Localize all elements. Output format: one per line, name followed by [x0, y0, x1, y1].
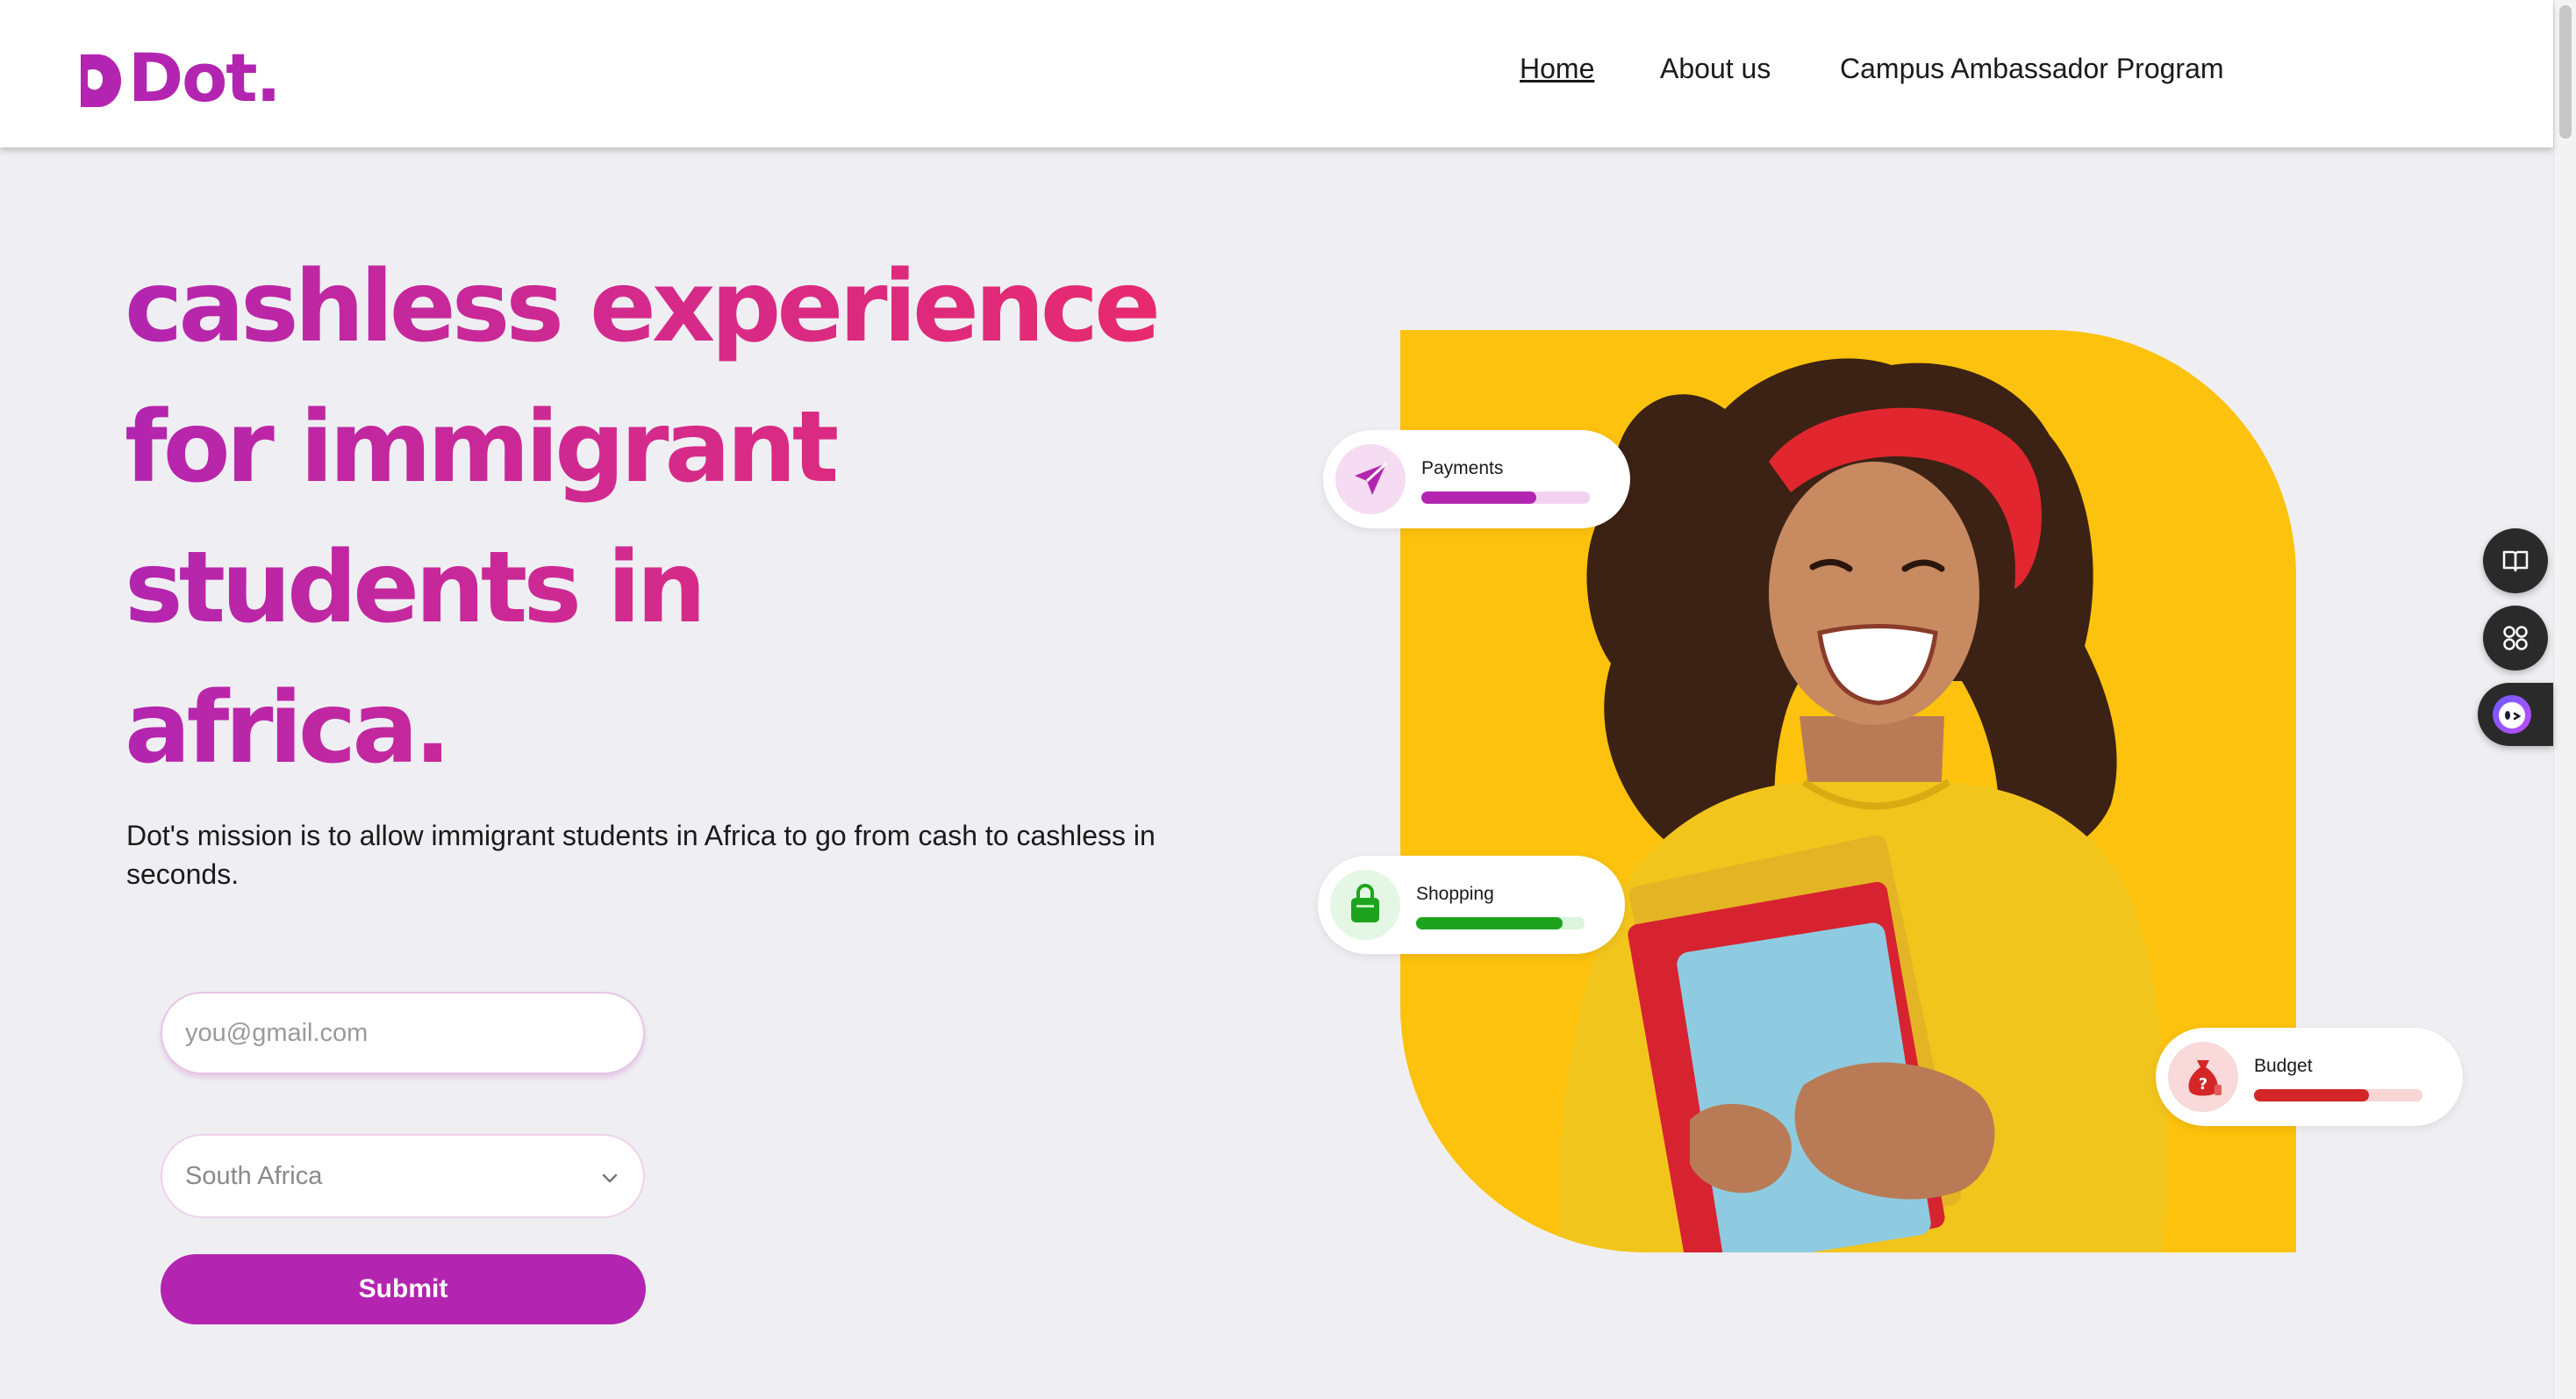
- hero-headline: cashless experience for immigrant studen…: [125, 237, 1335, 799]
- money-bag-icon: ?: [2188, 1060, 2222, 1096]
- shopping-card: Shopping: [1318, 856, 1625, 954]
- shopping-progress: [1416, 917, 1585, 929]
- nav-campus-ambassador-link[interactable]: Campus Ambassador Program: [1840, 53, 2224, 85]
- headline-line: africa.: [125, 671, 447, 786]
- nav-about-link[interactable]: About us: [1660, 53, 1771, 85]
- apps-icon: [2503, 626, 2528, 650]
- svg-text:?: ?: [2199, 1075, 2207, 1094]
- chevron-down-icon: [602, 1173, 618, 1183]
- budget-progress-fill: [2254, 1089, 2369, 1101]
- budget-progress: [2254, 1089, 2422, 1101]
- mission-statement: Dot's mission is to allow immigrant stud…: [126, 820, 1156, 890]
- shopping-bag-icon: [1351, 884, 1379, 922]
- brand-logo[interactable]: Dot.: [75, 39, 281, 117]
- dot-logo-mark: [81, 54, 121, 107]
- reader-mode-button[interactable]: [2483, 528, 2548, 593]
- apps-button[interactable]: [2483, 606, 2548, 671]
- payments-icon-badge: [1335, 444, 1406, 514]
- brand-name: Dot.: [128, 39, 281, 117]
- shopping-icon-badge: [1330, 870, 1400, 940]
- headline-line: cashless experience: [125, 250, 1157, 364]
- book-icon: [2502, 550, 2529, 572]
- payments-progress-fill: [1421, 491, 1536, 504]
- site-header: Dot. Home About us Campus Ambassador Pro…: [0, 0, 2553, 147]
- email-input[interactable]: [161, 992, 645, 1074]
- scrollbar-thumb[interactable]: [2559, 5, 2572, 139]
- assistant-button[interactable]: [2478, 683, 2553, 746]
- shopping-progress-fill: [1416, 917, 1563, 929]
- paper-plane-icon: [1355, 462, 1388, 495]
- budget-icon-badge: ?: [2168, 1042, 2238, 1112]
- country-selected-value: South Africa: [185, 1161, 323, 1190]
- submit-button[interactable]: Submit: [161, 1254, 646, 1324]
- payments-progress: [1421, 491, 1590, 504]
- budget-label: Budget: [2254, 1056, 2313, 1076]
- headline-line: students in: [125, 531, 703, 645]
- shopping-label: Shopping: [1416, 884, 1494, 904]
- assistant-icon: [2493, 695, 2531, 734]
- page-scrollbar[interactable]: [2553, 0, 2576, 1399]
- budget-card: ? Budget: [2156, 1028, 2463, 1126]
- payments-card: Payments: [1323, 430, 1630, 528]
- headline-line: for immigrant: [125, 391, 835, 505]
- nav-home-link[interactable]: Home: [1520, 53, 1594, 85]
- country-select[interactable]: South Africa: [161, 1134, 645, 1218]
- payments-label: Payments: [1421, 458, 1504, 478]
